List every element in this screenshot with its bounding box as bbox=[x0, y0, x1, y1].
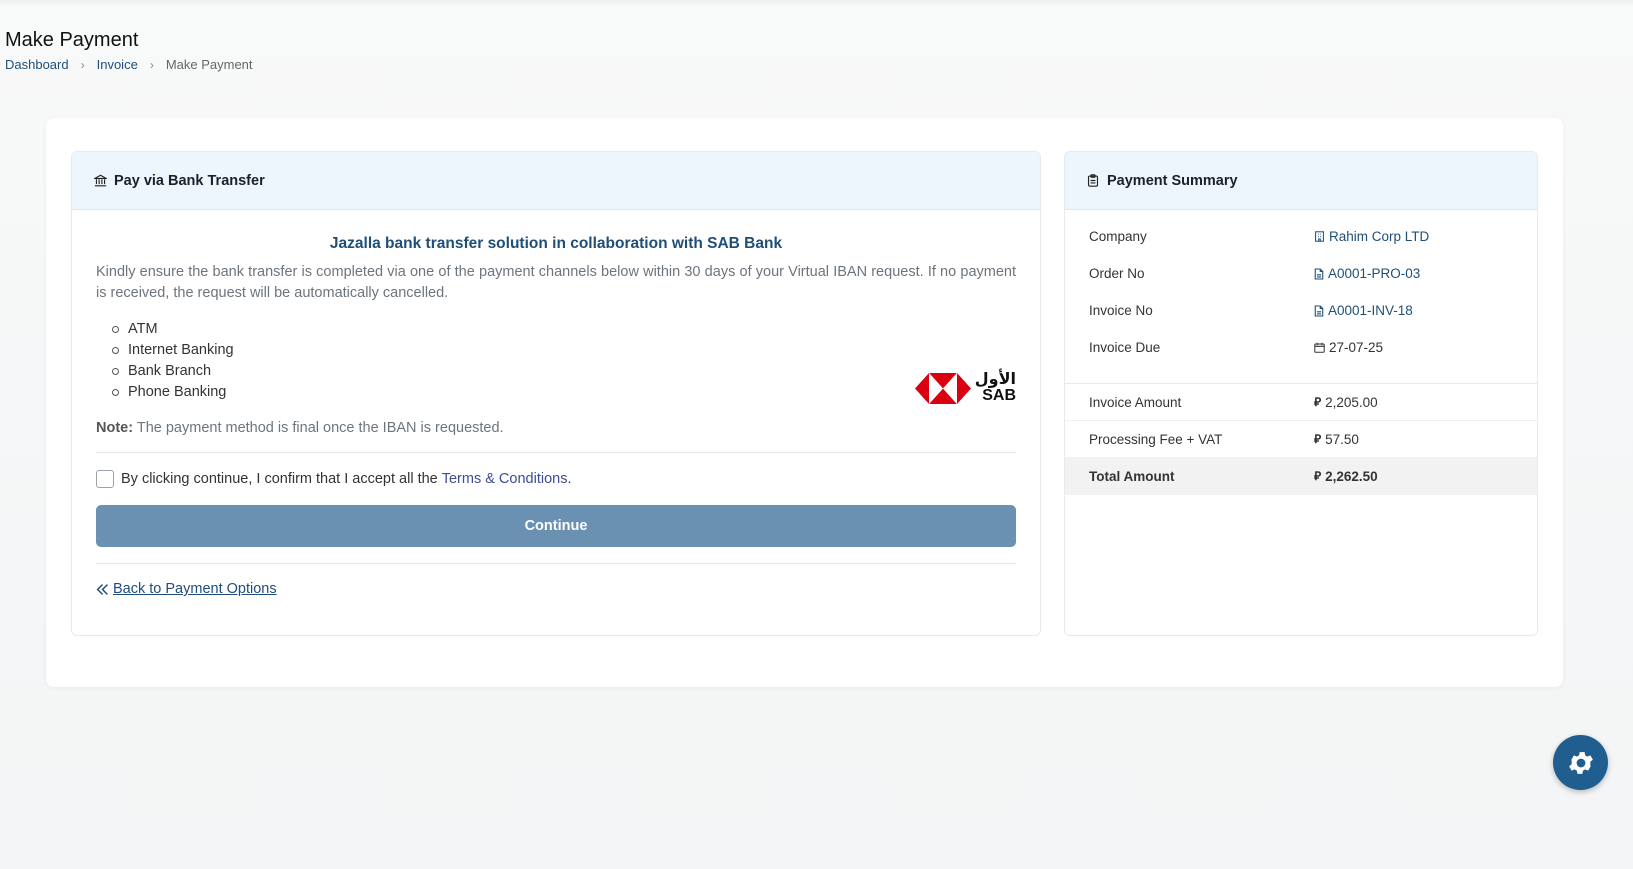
clipboard-icon bbox=[1087, 173, 1101, 188]
divider bbox=[96, 563, 1016, 564]
summary-row-amount: Invoice Amount ⃁ 2,205.00 bbox=[1065, 384, 1537, 421]
file-icon bbox=[1314, 267, 1324, 280]
terms-row: By clicking continue, I confirm that I a… bbox=[96, 470, 1016, 488]
due-value-wrap: 27-07-25 bbox=[1314, 340, 1383, 355]
sab-hexagon-icon bbox=[914, 372, 971, 404]
total-value-wrap: ⃁ 2,262.50 bbox=[1314, 469, 1378, 484]
calendar-icon bbox=[1314, 342, 1325, 353]
summary-row-order: Order No A0001-PRO-03 bbox=[1065, 255, 1537, 292]
bank-icon bbox=[94, 174, 108, 188]
note: Note: The payment method is final once t… bbox=[96, 420, 1016, 436]
back-label: Back to Payment Options bbox=[113, 581, 277, 597]
due-value: 27-07-25 bbox=[1329, 340, 1384, 355]
fee-value: 57.50 bbox=[1325, 431, 1359, 447]
breadcrumb-invoice[interactable]: Invoice bbox=[97, 57, 138, 72]
solution-title: Jazalla bank transfer solution in collab… bbox=[329, 235, 783, 252]
summary-row-due: Invoice Due 27-07-25 bbox=[1065, 329, 1537, 366]
building-icon bbox=[1314, 231, 1325, 242]
chevron-right-icon: › bbox=[149, 57, 154, 72]
sab-english-text: SAB bbox=[982, 387, 1016, 404]
invoice-link[interactable]: A0001-INV-18 bbox=[1314, 303, 1413, 318]
topbar-shadow bbox=[0, 0, 1633, 6]
note-label: Note: bbox=[96, 420, 134, 436]
terms-suffix: . bbox=[567, 471, 572, 487]
summary-row-fee: Processing Fee + VAT ⃁ 57.50 bbox=[1065, 421, 1537, 458]
total-value: 2,262.50 bbox=[1325, 469, 1378, 484]
list-item: ATM bbox=[112, 319, 1016, 340]
amount-value-wrap: ⃁ 2,205.00 bbox=[1314, 395, 1378, 410]
continue-button[interactable]: Continue bbox=[96, 505, 1016, 547]
file-icon bbox=[1314, 304, 1324, 317]
summary-label: Invoice Due bbox=[1089, 340, 1161, 355]
summary-label: Invoice No bbox=[1089, 303, 1153, 318]
double-chevron-left-icon bbox=[96, 583, 109, 596]
summary-row-total: Total Amount ⃁ 2,262.50 bbox=[1065, 458, 1537, 495]
riyal-icon: ⃁ bbox=[1314, 394, 1322, 409]
terms-link[interactable]: Terms & Conditions bbox=[442, 471, 568, 487]
panel-title: Pay via Bank Transfer bbox=[114, 172, 265, 189]
payment-summary-panel: Payment Summary Company Rahim Corp LTD O… bbox=[1064, 151, 1538, 636]
chevron-right-icon: › bbox=[80, 57, 85, 72]
panel-title: Payment Summary bbox=[1107, 172, 1238, 189]
invoice-value: A0001-INV-18 bbox=[1328, 303, 1413, 318]
gear-icon bbox=[1568, 751, 1593, 774]
page-title: Make Payment bbox=[5, 29, 139, 51]
summary-label: Total Amount bbox=[1089, 469, 1175, 484]
summary-label: Order No bbox=[1089, 266, 1145, 281]
list-item: Internet Banking bbox=[112, 340, 1016, 361]
divider bbox=[96, 452, 1016, 453]
summary-row-company: Company Rahim Corp LTD bbox=[1065, 218, 1537, 255]
sab-logo: الأول SAB bbox=[914, 371, 1016, 404]
terms-checkbox[interactable] bbox=[96, 470, 114, 488]
breadcrumb-current: Make Payment bbox=[165, 57, 253, 72]
company-link[interactable]: Rahim Corp LTD bbox=[1314, 229, 1429, 244]
breadcrumb: Dashboard › Invoice › Make Payment bbox=[5, 57, 253, 72]
order-value: A0001-PRO-03 bbox=[1328, 266, 1421, 281]
summary-label: Invoice Amount bbox=[1089, 394, 1182, 410]
fee-value-wrap: ⃁ 57.50 bbox=[1314, 432, 1359, 447]
bank-transfer-header: Pay via Bank Transfer bbox=[72, 152, 1040, 210]
summary-label: Processing Fee + VAT bbox=[1089, 431, 1223, 447]
list-item: Bank Branch bbox=[112, 361, 1016, 382]
bank-transfer-panel: Pay via Bank Transfer Jazalla bank trans… bbox=[71, 151, 1041, 636]
company-value: Rahim Corp LTD bbox=[1329, 229, 1430, 244]
amount-value: 2,205.00 bbox=[1325, 394, 1378, 410]
summary-table: Company Rahim Corp LTD Order No A0001-PR… bbox=[1065, 210, 1537, 495]
description: Kindly ensure the bank transfer is compl… bbox=[96, 264, 1016, 301]
riyal-icon: ⃁ bbox=[1314, 469, 1322, 483]
payment-channels-list: ATM Internet Banking Bank Branch Phone B… bbox=[96, 319, 1016, 403]
breadcrumb-dashboard[interactable]: Dashboard bbox=[5, 57, 69, 72]
payment-summary-header: Payment Summary bbox=[1065, 152, 1537, 210]
note-text: The payment method is final once the IBA… bbox=[136, 420, 504, 436]
list-item: Phone Banking bbox=[112, 382, 1016, 403]
sab-arabic-text: الأول bbox=[974, 371, 1016, 388]
summary-label: Company bbox=[1089, 229, 1147, 244]
order-link[interactable]: A0001-PRO-03 bbox=[1314, 266, 1420, 281]
riyal-icon: ⃁ bbox=[1314, 431, 1322, 446]
terms-text: By clicking continue, I confirm that I a… bbox=[121, 471, 438, 487]
back-to-payment-options-link[interactable]: Back to Payment Options bbox=[96, 581, 1016, 597]
settings-button[interactable] bbox=[1553, 735, 1608, 790]
summary-row-invoice: Invoice No A0001-INV-18 bbox=[1065, 292, 1537, 329]
